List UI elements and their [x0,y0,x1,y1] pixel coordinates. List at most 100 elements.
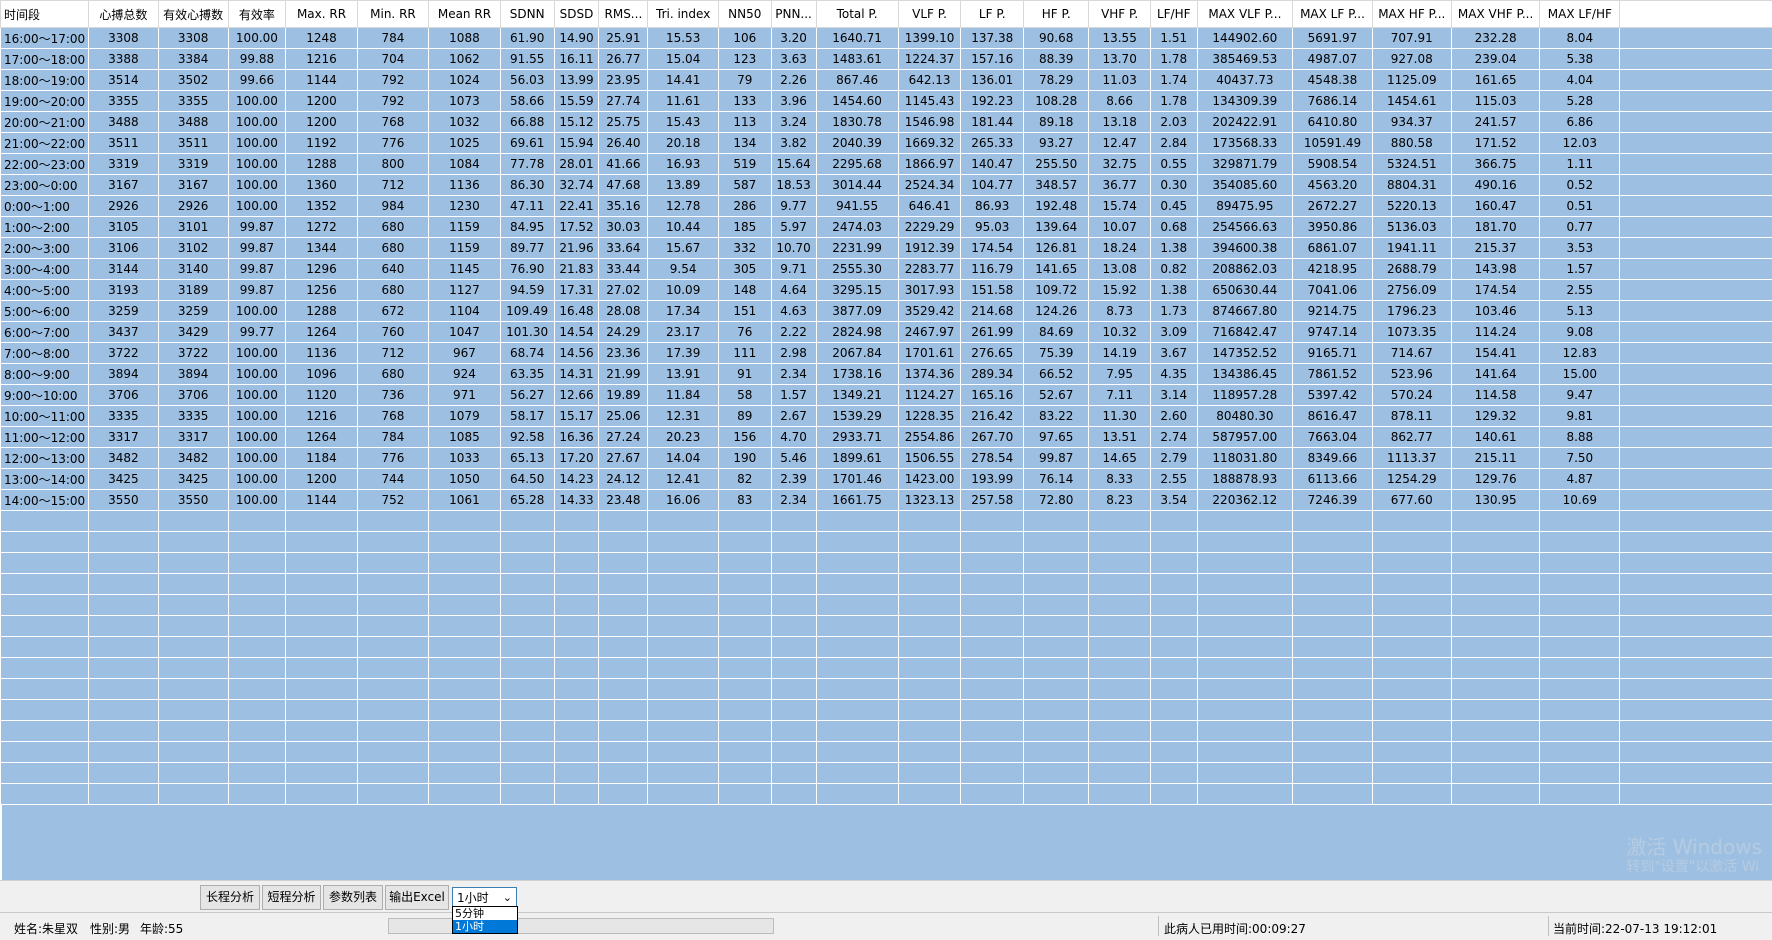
table-cell[interactable] [1197,700,1292,721]
table-row[interactable]: 23:00～0:0031673167100.001360712113686.30… [1,175,1772,196]
table-cell[interactable]: 677.60 [1372,490,1451,511]
table-cell[interactable]: 4.63 [771,301,816,322]
table-cell[interactable] [1024,553,1089,574]
table-cell[interactable] [719,637,772,658]
table-cell[interactable]: 109.49 [500,301,554,322]
table-cell[interactable]: 15.67 [648,238,719,259]
table-cell[interactable] [1089,616,1150,637]
table-cell[interactable]: 14.04 [648,448,719,469]
table-cell[interactable] [816,511,898,532]
table-cell[interactable]: 1661.75 [816,490,898,511]
table-cell[interactable]: 3:00～4:00 [1,259,89,280]
table-cell[interactable] [1,637,89,658]
table-cell[interactable] [771,742,816,763]
table-cell[interactable]: 1061 [429,490,501,511]
table-cell[interactable] [1540,511,1620,532]
table-cell[interactable]: 52.67 [1024,385,1089,406]
table-cell[interactable] [89,700,159,721]
interval-option-1hour[interactable]: 1小时 [453,920,517,933]
table-cell[interactable] [1372,574,1451,595]
table-cell[interactable]: 2.03 [1150,112,1197,133]
table-cell[interactable] [898,511,961,532]
table-cell[interactable]: 14.33 [554,490,599,511]
column-header[interactable]: 有效心搏数 [158,1,228,28]
table-row[interactable]: 20:00～21:0034883488100.001200768103266.8… [1,112,1772,133]
table-cell[interactable]: 2467.97 [898,322,961,343]
column-header[interactable]: 心搏总数 [89,1,159,28]
table-cell[interactable]: 3140 [158,259,228,280]
table-cell[interactable] [1089,658,1150,679]
table-cell[interactable] [898,679,961,700]
table-cell[interactable]: 3105 [89,217,159,238]
table-row[interactable]: 13:00～14:0034253425100.001200744105064.5… [1,469,1772,490]
table-cell[interactable] [554,763,599,784]
table-cell[interactable]: 1136 [286,343,357,364]
table-cell[interactable]: 215.11 [1451,448,1540,469]
table-cell[interactable]: 3.96 [771,91,816,112]
table-cell[interactable]: 8804.31 [1372,175,1451,196]
table-cell[interactable] [1197,742,1292,763]
table-cell[interactable]: 192.23 [961,91,1024,112]
table-cell[interactable]: 188878.93 [1197,469,1292,490]
table-cell[interactable]: 80480.30 [1197,406,1292,427]
table-cell[interactable]: 11.03 [1089,70,1150,91]
table-cell[interactable] [357,658,428,679]
table-cell[interactable] [1540,784,1620,805]
table-cell[interactable]: 26.40 [599,133,648,154]
table-cell[interactable] [554,700,599,721]
table-cell[interactable] [554,616,599,637]
table-cell[interactable]: 78.29 [1024,70,1089,91]
table-cell[interactable]: 1796.23 [1372,301,1451,322]
table-cell[interactable]: 5:00～6:00 [1,301,89,322]
table-cell[interactable] [357,700,428,721]
table-cell[interactable] [500,784,554,805]
table-cell[interactable]: 156 [719,427,772,448]
table-cell[interactable]: 21:00～22:00 [1,133,89,154]
table-cell[interactable]: 2.26 [771,70,816,91]
table-cell[interactable]: 2474.03 [816,217,898,238]
table-cell[interactable]: 2926 [158,196,228,217]
table-cell[interactable]: 181.70 [1451,217,1540,238]
table-cell[interactable]: 332 [719,238,772,259]
table-cell[interactable] [961,511,1024,532]
table-cell[interactable]: 329871.79 [1197,154,1292,175]
table-cell[interactable] [898,616,961,637]
table-cell[interactable]: 1032 [429,112,501,133]
table-cell[interactable] [1540,721,1620,742]
table-cell[interactable] [961,574,1024,595]
table-cell[interactable] [816,742,898,763]
table-cell[interactable]: 22:00～23:00 [1,154,89,175]
table-cell[interactable]: 99.87 [228,217,286,238]
table-cell[interactable]: 3722 [89,343,159,364]
table-cell[interactable] [357,784,428,805]
table-cell[interactable]: 5.13 [1540,301,1620,322]
table-cell[interactable] [158,637,228,658]
table-cell[interactable] [500,721,554,742]
table-cell[interactable] [286,595,357,616]
table-cell[interactable]: 3.54 [1150,490,1197,511]
table-cell[interactable] [771,511,816,532]
table-cell[interactable] [554,742,599,763]
table-cell[interactable]: 32.74 [554,175,599,196]
table-cell[interactable]: 570.24 [1372,385,1451,406]
table-cell[interactable] [599,553,648,574]
table-cell[interactable]: 267.70 [961,427,1024,448]
table-row[interactable]: 8:00～9:0038943894100.00109668092463.3514… [1,364,1772,385]
table-cell[interactable] [1150,637,1197,658]
table-cell[interactable]: 171.52 [1451,133,1540,154]
table-cell[interactable]: 20:00～21:00 [1,112,89,133]
table-cell[interactable]: 17.52 [554,217,599,238]
table-cell[interactable] [719,700,772,721]
table-cell[interactable]: 40437.73 [1197,70,1292,91]
table-row[interactable] [1,616,1772,637]
table-cell[interactable]: 111 [719,343,772,364]
table-cell[interactable] [1293,658,1373,679]
table-cell[interactable]: 784 [357,427,428,448]
table-cell[interactable] [554,553,599,574]
column-header[interactable]: 时间段 [1,1,89,28]
table-cell[interactable]: 792 [357,70,428,91]
table-cell[interactable]: 123 [719,49,772,70]
table-cell[interactable]: 99.87 [228,280,286,301]
column-header[interactable]: Max. RR [286,1,357,28]
table-cell[interactable]: 3295.15 [816,280,898,301]
